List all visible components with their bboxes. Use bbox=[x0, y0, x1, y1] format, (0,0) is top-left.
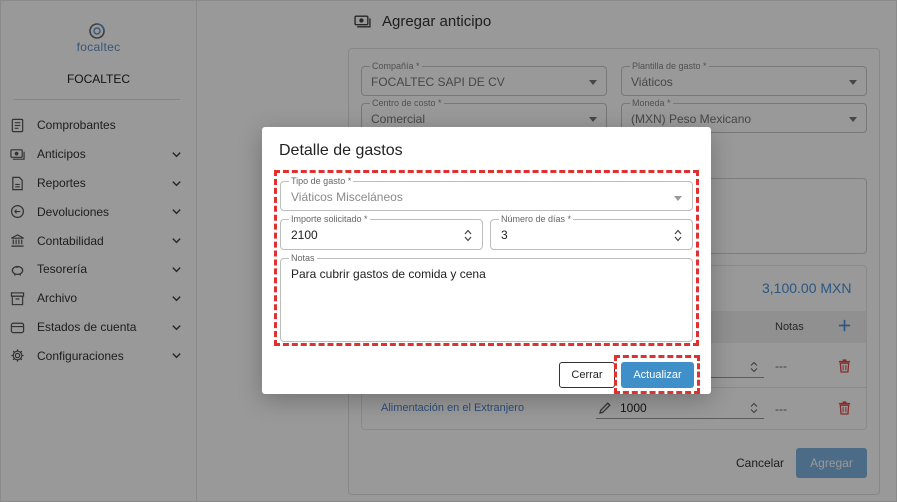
field-value: Viáticos Misceláneos bbox=[291, 190, 403, 204]
field-label: Tipo de gasto * bbox=[289, 176, 354, 186]
field-label: Importe solicitado * bbox=[289, 214, 370, 224]
spinner-icon[interactable] bbox=[464, 229, 472, 242]
update-button[interactable]: Actualizar bbox=[621, 362, 694, 388]
field-value: Para cubrir gastos de comida y cena bbox=[291, 267, 486, 281]
spinner-icon[interactable] bbox=[674, 229, 682, 242]
notes-textarea[interactable]: Notas Para cubrir gastos de comida y cen… bbox=[280, 253, 693, 342]
requested-amount-input[interactable]: Importe solicitado * 2100 bbox=[280, 214, 483, 250]
dialog-title: Detalle de gastos bbox=[279, 142, 403, 159]
days-count-input[interactable]: Número de días * 3 bbox=[490, 214, 693, 250]
field-value: 2100 bbox=[291, 228, 318, 242]
caret-down-icon bbox=[674, 196, 682, 201]
close-button[interactable]: Cerrar bbox=[559, 362, 615, 388]
expense-type-select[interactable]: Tipo de gasto * Viáticos Misceláneos bbox=[280, 176, 693, 211]
field-label: Número de días * bbox=[499, 214, 574, 224]
field-value: 3 bbox=[501, 228, 508, 242]
field-label: Notas bbox=[289, 253, 317, 263]
